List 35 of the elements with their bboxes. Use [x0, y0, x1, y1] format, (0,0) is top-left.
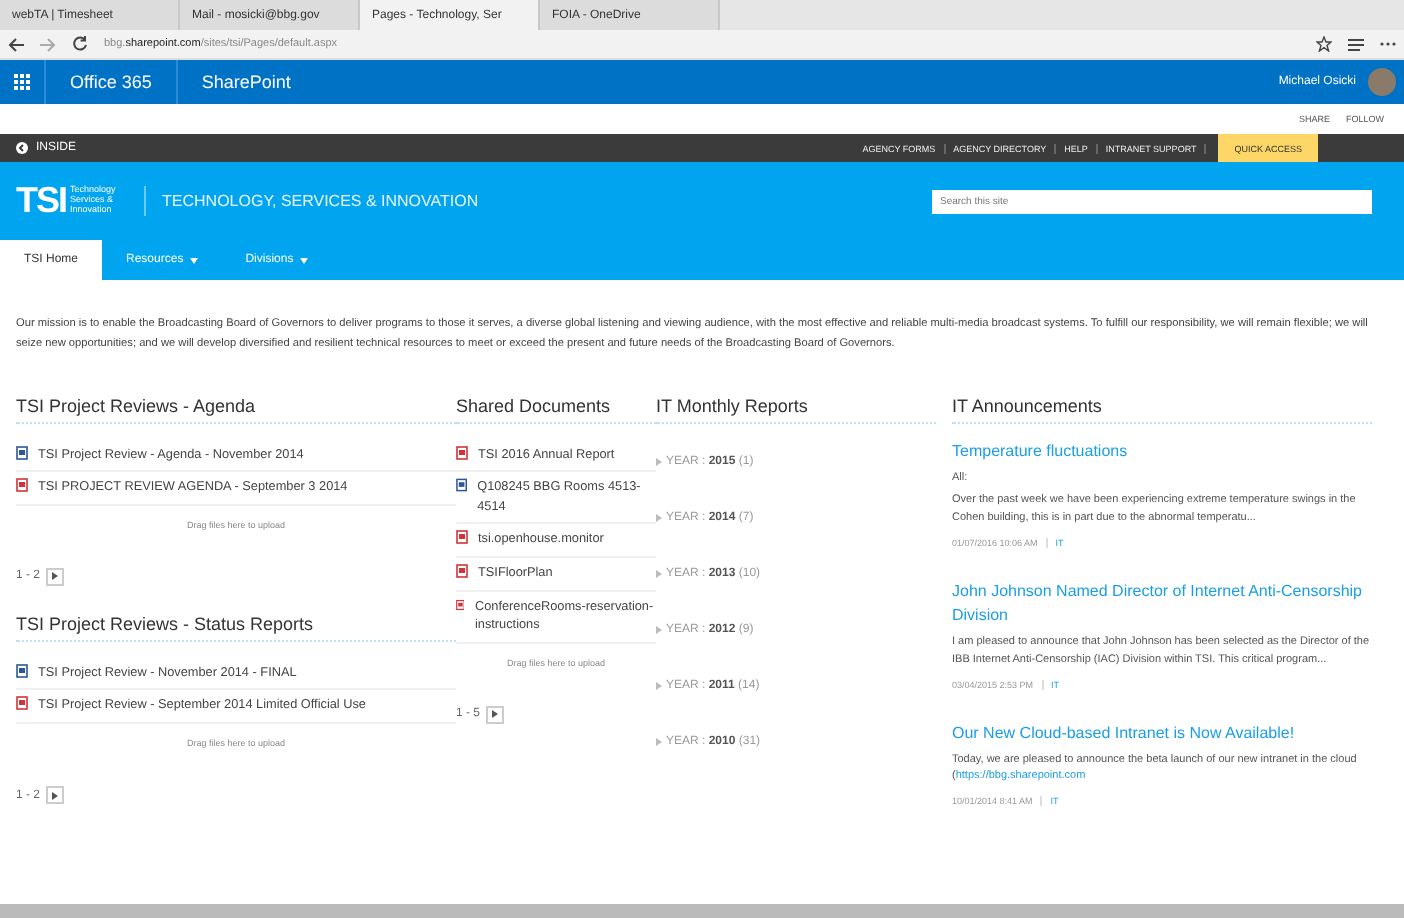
expand-icon — [656, 681, 662, 690]
word-document-icon — [16, 663, 28, 678]
list-heading: TSI Project Reviews - Agenda — [16, 395, 456, 424]
next-page-button[interactable] — [46, 786, 65, 804]
list-heading: Shared Documents — [456, 395, 656, 424]
next-page-icon — [52, 791, 59, 799]
back-circle-icon[interactable] — [16, 142, 28, 154]
pdf-document-icon — [16, 478, 28, 493]
expand-icon — [656, 513, 662, 522]
pdf-document-icon — [456, 564, 468, 578]
refresh-icon[interactable] — [72, 36, 88, 52]
list-heading: TSI Project Reviews - Status Reports — [16, 613, 456, 642]
star-icon[interactable] — [1316, 36, 1332, 52]
pdf-document-icon — [456, 530, 468, 545]
word-document-icon — [16, 445, 28, 460]
next-page-button[interactable] — [486, 705, 505, 724]
app-title[interactable]: Office 365 — [44, 60, 176, 104]
site-heading: TECHNOLOGY, SERVICES & INNOVATION — [162, 192, 479, 210]
expand-icon — [656, 569, 662, 578]
expand-icon — [656, 737, 662, 746]
word-document-icon — [456, 478, 468, 493]
pdf-document-icon — [456, 445, 468, 460]
list-heading: IT Announcements — [952, 395, 1372, 424]
pdf-document-icon — [16, 696, 28, 711]
next-page-icon — [52, 572, 59, 581]
next-page-icon — [492, 710, 499, 719]
menu-icon[interactable] — [1348, 37, 1364, 51]
expand-icon — [656, 457, 662, 466]
scrollbar[interactable] — [0, 904, 1404, 918]
next-page-button[interactable] — [46, 567, 65, 586]
pdf-document-icon — [456, 597, 465, 612]
expand-icon — [656, 625, 662, 634]
list-heading: IT Monthly Reports — [656, 395, 936, 424]
back-icon[interactable] — [8, 37, 24, 51]
site-title[interactable]: SharePoint — [175, 60, 315, 104]
